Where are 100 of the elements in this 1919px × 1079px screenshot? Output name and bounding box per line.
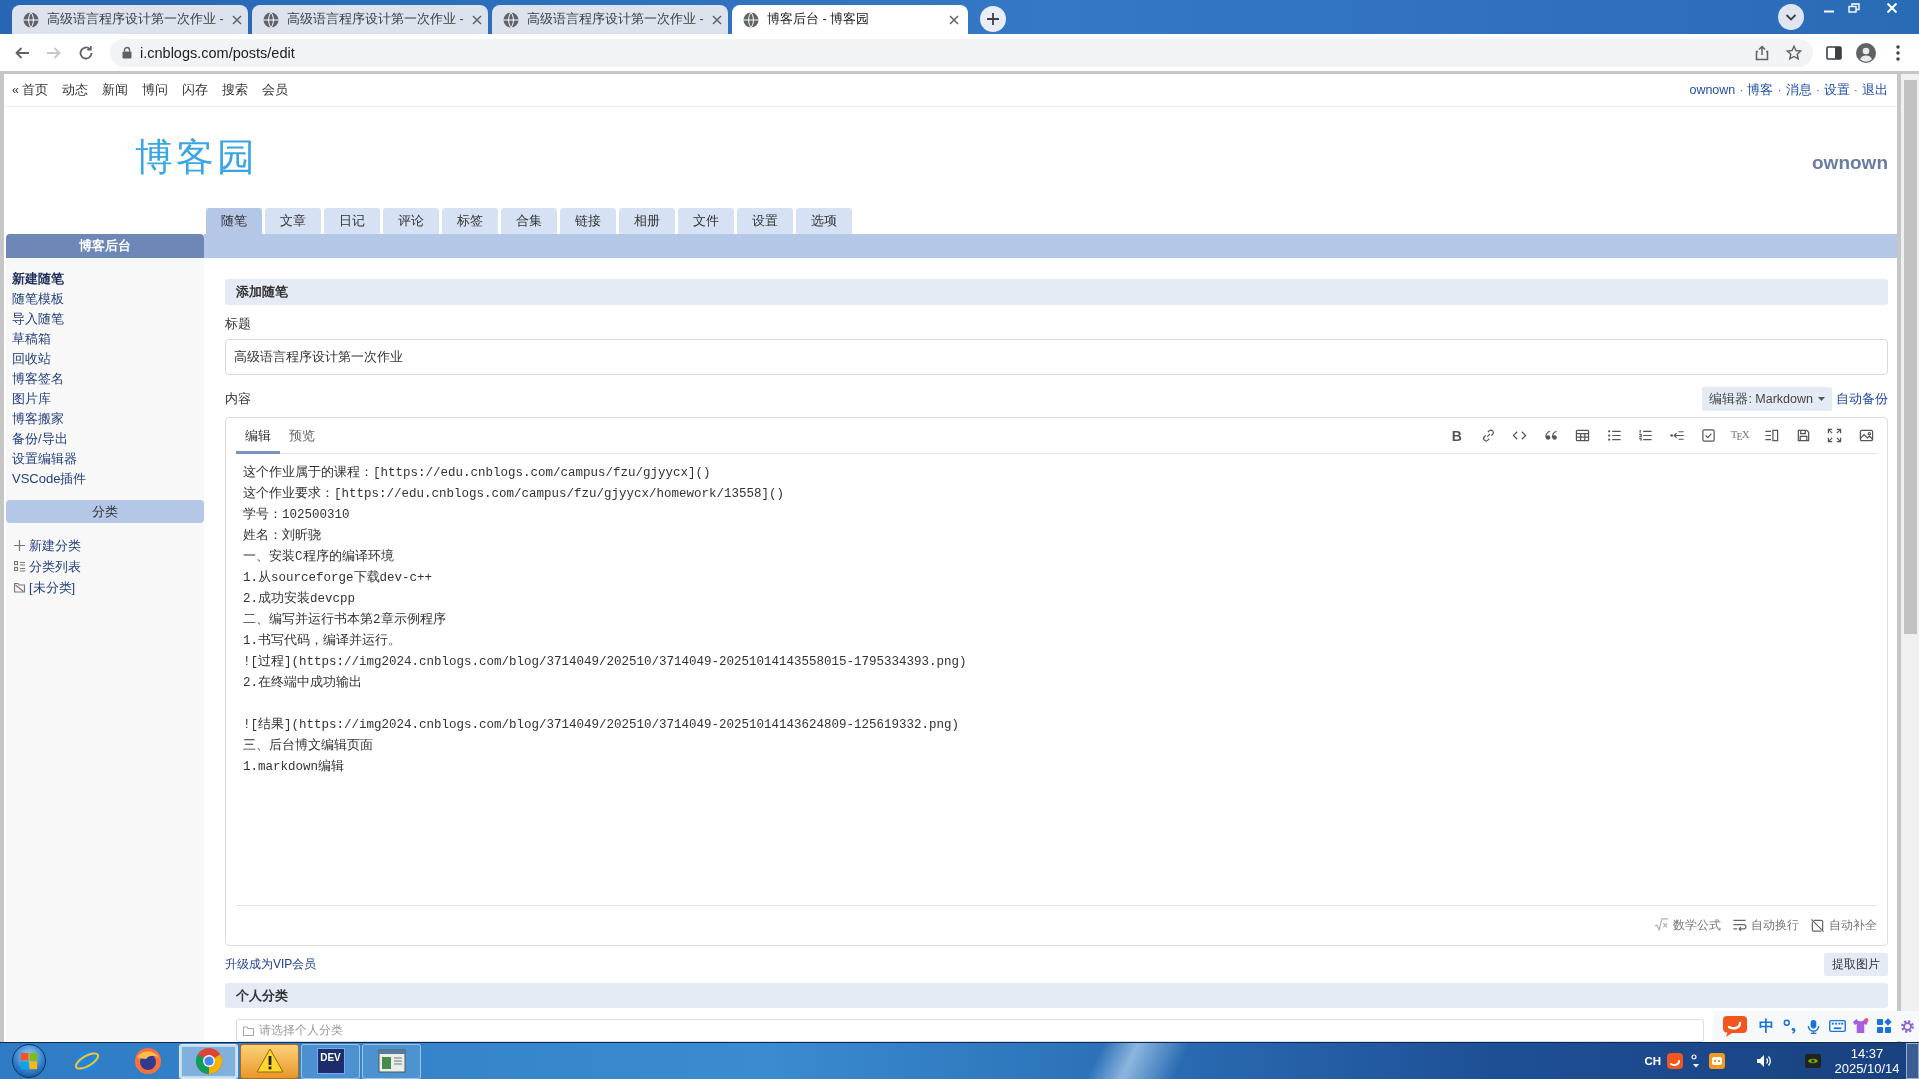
image-icon[interactable]	[1858, 428, 1874, 443]
fullscreen-icon[interactable]	[1827, 428, 1843, 443]
link-icon[interactable]	[1480, 428, 1496, 443]
sidebar-link[interactable]: 随笔模板	[12, 289, 64, 309]
nav-tab[interactable]: 设置	[737, 208, 793, 234]
top-nav-link[interactable]: 会员	[262, 81, 289, 99]
browser-tab[interactable]: 高级语言程序设计第一次作业 -	[492, 5, 728, 34]
volume-icon[interactable]	[1756, 1054, 1772, 1068]
eye-tile-icon[interactable]	[1805, 1054, 1821, 1068]
category-link[interactable]: [未分类]	[14, 577, 76, 598]
sidebar-link[interactable]: 导入随笔	[12, 309, 64, 329]
browser-tab[interactable]: 高级语言程序设计第一次作业 -	[12, 5, 248, 34]
editor-tab[interactable]: 编辑	[236, 418, 280, 454]
caret-icon[interactable]	[1691, 1054, 1701, 1068]
nav-tab[interactable]: 标签	[442, 208, 498, 234]
checkbox-icon[interactable]	[1701, 428, 1717, 443]
top-nav-link[interactable]: 闪存	[182, 81, 209, 99]
sidebar-link[interactable]: 图片库	[12, 389, 51, 409]
more-menu-icon[interactable]	[1896, 44, 1900, 61]
browser-tab[interactable]: 高级语言程序设计第一次作业 -	[252, 5, 488, 34]
close-icon[interactable]	[231, 14, 242, 25]
speech-bubble-icon[interactable]	[1722, 1015, 1747, 1037]
start-button[interactable]	[11, 1044, 46, 1078]
autosave-link[interactable]: 自动备份	[1836, 390, 1888, 408]
table-icon[interactable]	[1575, 428, 1591, 443]
sidebar-link[interactable]: 新建随笔	[12, 269, 64, 289]
account-link[interactable]: 消息	[1785, 81, 1812, 99]
close-icon[interactable]	[711, 14, 722, 25]
nav-tab[interactable]: 链接	[560, 208, 616, 234]
nav-tab[interactable]: 日记	[324, 208, 380, 234]
settings-icon[interactable]	[1899, 1018, 1915, 1034]
share-icon[interactable]	[1754, 44, 1770, 61]
reload-icon[interactable]	[78, 44, 94, 61]
top-nav-link[interactable]: 搜索	[222, 81, 249, 99]
editor-tab[interactable]: 预览	[280, 418, 324, 454]
punctuation-icon[interactable]	[1782, 1018, 1798, 1034]
grid-icon[interactable]	[1875, 1018, 1892, 1034]
nav-tab[interactable]: 文章	[265, 208, 321, 234]
nav-tab[interactable]: 相册	[619, 208, 675, 234]
account-link[interactable]: 博客	[1747, 81, 1774, 99]
editor-option-toggle[interactable]: 数学公式	[1654, 917, 1721, 934]
app-tray-icon[interactable]	[1709, 1053, 1725, 1069]
input-mode-toggle[interactable]: 中	[1759, 1016, 1775, 1036]
sidebar-link[interactable]: 备份/导出	[12, 429, 68, 449]
sidebar-link[interactable]: 博客签名	[12, 369, 64, 389]
nav-tab[interactable]: 评论	[383, 208, 439, 234]
sidebar-link[interactable]: VSCode插件	[12, 469, 87, 489]
profile-icon[interactable]	[1856, 42, 1876, 63]
close-icon[interactable]	[949, 14, 959, 25]
blog-name[interactable]: ownown	[1812, 152, 1888, 174]
nav-tab[interactable]: 合集	[501, 208, 557, 234]
indent-icon[interactable]	[1669, 428, 1685, 443]
bullet-list-icon[interactable]	[1606, 428, 1622, 443]
clock-date[interactable]: 2025/10/14	[1834, 1061, 1900, 1076]
sidebar-icon[interactable]	[1826, 45, 1842, 60]
address-bar[interactable]: i.cnblogs.com/posts/edit	[110, 38, 1813, 67]
code-icon[interactable]	[1512, 428, 1528, 443]
browser-tab[interactable]: 博客后台 - 博客园	[732, 5, 968, 34]
restore-icon[interactable]	[1848, 3, 1860, 13]
smile-tile-icon[interactable]	[1667, 1053, 1683, 1069]
category-link[interactable]: 新建分类	[14, 535, 81, 556]
top-nav-link[interactable]: 新闻	[102, 81, 129, 99]
account-link[interactable]: ownown	[1689, 83, 1736, 97]
title-input[interactable]: 高级语言程序设计第一次作业	[225, 339, 1888, 375]
sidebar-link[interactable]: 博客搬家	[12, 409, 64, 429]
sidebar-link[interactable]: 设置编辑器	[12, 449, 77, 469]
nav-tab[interactable]: 选项	[796, 208, 852, 234]
quote-icon[interactable]	[1543, 428, 1559, 443]
save-icon[interactable]	[1795, 428, 1811, 443]
microphone-icon[interactable]	[1806, 1018, 1822, 1034]
nav-tab[interactable]: 随笔	[206, 208, 262, 234]
vip-upgrade-link[interactable]: 升级成为VIP会员	[225, 956, 317, 973]
top-nav-link[interactable]: 博问	[142, 81, 169, 99]
scrollbar-thumb[interactable]	[1904, 80, 1917, 634]
close-icon[interactable]	[471, 14, 482, 25]
editor-option-toggle[interactable]: 自动换行	[1732, 917, 1799, 934]
account-link[interactable]: 设置	[1823, 81, 1850, 99]
top-nav-link[interactable]: 动态	[62, 81, 89, 99]
numbered-list-icon[interactable]	[1638, 428, 1654, 443]
sidebar-link[interactable]: 回收站	[12, 349, 51, 369]
show-desktop-button[interactable]	[1906, 1043, 1919, 1079]
taskbar-button[interactable]: DEV	[301, 1043, 360, 1079]
plus-icon[interactable]	[980, 6, 1006, 32]
extract-images-button[interactable]: 提取图片	[1824, 953, 1888, 976]
keyboard-icon[interactable]	[1828, 1018, 1846, 1034]
editor-select[interactable]: 编辑器: Markdown	[1702, 387, 1832, 411]
nav-tab[interactable]: 文件	[678, 208, 734, 234]
top-nav-link[interactable]: « 首页	[12, 81, 49, 99]
star-icon[interactable]	[1786, 44, 1802, 61]
markdown-input[interactable]: 这个作业属于的课程：[https://edu.cnblogs.com/campus/fzu/gjyycx]() 这个作业要求：[https://edu.cnblogs.com/campus/fzu/gjyycx/homework/13558]() 学号：102500310 姓名：刘昕骁 一、安装C程序的编译环境 1.从sourceforge下载dev-c++ 2.成功安装devcpp 二、编写并运行书本第2章示例程序 1.书写代码，编译并运行。 ![过程](https://img2024.cnblogs.com/blog/3714049/202510/3714049-20251014143558015-1795334393.png) 2.在终端中成功输出 ![结果](https://img2024.cnblogs.com/blog/3714049/202510/3714049-20251014143624809-125619332.png) 三、后台博文编辑页面 1.markdown编辑	[226, 454, 1887, 905]
clock-time[interactable]: 14:37	[1850, 1046, 1884, 1061]
input-language-indicator[interactable]: CH	[1644, 1055, 1661, 1067]
columns-icon[interactable]	[1764, 428, 1780, 443]
sidebar-link[interactable]: 草稿箱	[12, 329, 51, 349]
taskbar-button[interactable]	[240, 1043, 299, 1079]
shirt-icon[interactable]	[1852, 1018, 1869, 1034]
account-link[interactable]: 退出	[1862, 81, 1888, 99]
editor-option-toggle[interactable]: 自动补全	[1810, 917, 1877, 934]
category-link[interactable]: 分类列表	[14, 556, 81, 577]
chevron-down-icon[interactable]	[1778, 4, 1804, 30]
